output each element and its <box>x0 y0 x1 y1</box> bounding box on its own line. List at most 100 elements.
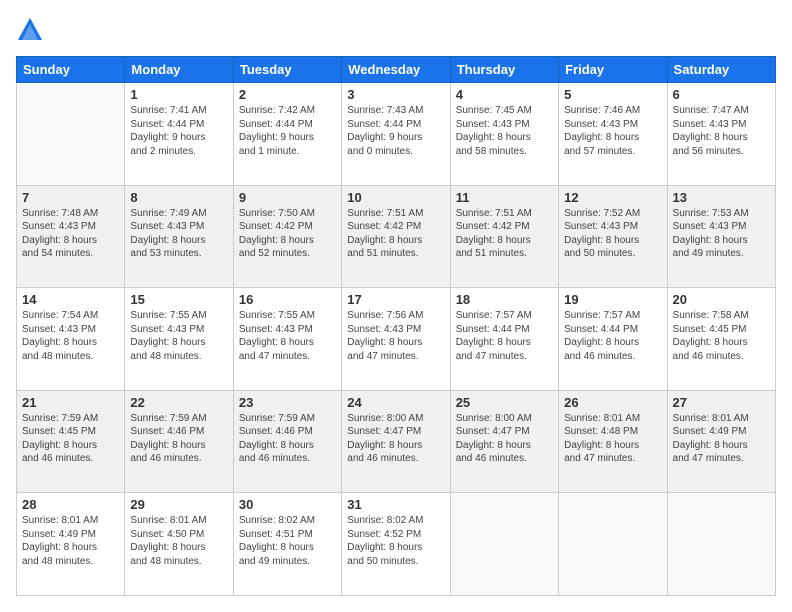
day-number: 17 <box>347 292 444 307</box>
calendar-cell: 5 Sunrise: 7:46 AMSunset: 4:43 PMDaylight… <box>559 83 667 186</box>
day-info: Sunrise: 8:01 AMSunset: 4:49 PMDaylight:… <box>673 412 770 466</box>
calendar-cell: 13Sunrise: 7:53 AMSunset: 4:43 PMDayligh… <box>667 185 775 288</box>
day-info: Sunrise: 8:02 AMSunset: 4:51 PMDaylight:… <box>239 514 336 568</box>
calendar-week-row: 21 Sunrise: 7:59 AMSunset: 4:45 PMDayligh… <box>17 390 776 493</box>
weekday-header-thursday: Thursday <box>450 57 558 83</box>
calendar-week-row: 1 Sunrise: 7:41 AMSunset: 4:44 PMDaylight… <box>17 83 776 186</box>
day-info: Sunrise: 8:02 AMSunset: 4:52 PMDaylight:… <box>347 514 444 568</box>
day-info: Sunrise: 7:59 AMSunset: 4:45 PMDaylight:… <box>22 412 119 466</box>
day-number: 26 <box>564 395 661 410</box>
calendar-week-row: 14 Sunrise: 7:54 AMSunset: 4:43 PMDayligh… <box>17 288 776 391</box>
day-number: 1 <box>130 87 227 102</box>
calendar-cell: 20 Sunrise: 7:58 AMSunset: 4:45 PMDayligh… <box>667 288 775 391</box>
day-info: Sunrise: 8:01 AMSunset: 4:49 PMDaylight:… <box>22 514 119 568</box>
day-number: 15 <box>130 292 227 307</box>
weekday-header-wednesday: Wednesday <box>342 57 450 83</box>
day-number: 3 <box>347 87 444 102</box>
calendar-cell: 10Sunrise: 7:51 AMSunset: 4:42 PMDayligh… <box>342 185 450 288</box>
day-number: 5 <box>564 87 661 102</box>
calendar-cell: 11 Sunrise: 7:51 AMSunset: 4:42 PMDayligh… <box>450 185 558 288</box>
calendar-cell: 9 Sunrise: 7:50 AMSunset: 4:42 PMDaylight… <box>233 185 341 288</box>
calendar-cell: 16Sunrise: 7:55 AMSunset: 4:43 PMDayligh… <box>233 288 341 391</box>
day-info: Sunrise: 7:56 AMSunset: 4:43 PMDaylight:… <box>347 309 444 363</box>
day-info: Sunrise: 7:57 AMSunset: 4:44 PMDaylight:… <box>564 309 661 363</box>
day-info: Sunrise: 8:01 AMSunset: 4:48 PMDaylight:… <box>564 412 661 466</box>
day-number: 25 <box>456 395 553 410</box>
calendar-cell: 3Sunrise: 7:43 AMSunset: 4:44 PMDaylight… <box>342 83 450 186</box>
day-info: Sunrise: 7:52 AMSunset: 4:43 PMDaylight:… <box>564 207 661 261</box>
weekday-header-saturday: Saturday <box>667 57 775 83</box>
day-number: 31 <box>347 497 444 512</box>
day-info: Sunrise: 7:58 AMSunset: 4:45 PMDaylight:… <box>673 309 770 363</box>
day-number: 27 <box>673 395 770 410</box>
calendar-cell: 12 Sunrise: 7:52 AMSunset: 4:43 PMDayligh… <box>559 185 667 288</box>
day-info: Sunrise: 8:00 AMSunset: 4:47 PMDaylight:… <box>347 412 444 466</box>
day-info: Sunrise: 7:48 AMSunset: 4:43 PMDaylight:… <box>22 207 119 261</box>
day-number: 30 <box>239 497 336 512</box>
calendar-table: SundayMondayTuesdayWednesdayThursdayFrid… <box>16 56 776 596</box>
calendar-cell: 6Sunrise: 7:47 AMSunset: 4:43 PMDaylight… <box>667 83 775 186</box>
calendar-cell: 24Sunrise: 8:00 AMSunset: 4:47 PMDayligh… <box>342 390 450 493</box>
day-info: Sunrise: 7:41 AMSunset: 4:44 PMDaylight:… <box>130 104 227 158</box>
calendar-cell: 27 Sunrise: 8:01 AMSunset: 4:49 PMDayligh… <box>667 390 775 493</box>
day-info: Sunrise: 8:00 AMSunset: 4:47 PMDaylight:… <box>456 412 553 466</box>
day-number: 23 <box>239 395 336 410</box>
day-number: 7 <box>22 190 119 205</box>
day-info: Sunrise: 8:01 AMSunset: 4:50 PMDaylight:… <box>130 514 227 568</box>
calendar-cell <box>17 83 125 186</box>
calendar-cell <box>450 493 558 596</box>
day-info: Sunrise: 7:51 AMSunset: 4:42 PMDaylight:… <box>456 207 553 261</box>
weekday-header-row: SundayMondayTuesdayWednesdayThursdayFrid… <box>17 57 776 83</box>
day-number: 19 <box>564 292 661 307</box>
calendar-cell: 28Sunrise: 8:01 AMSunset: 4:49 PMDayligh… <box>17 493 125 596</box>
day-number: 21 <box>22 395 119 410</box>
calendar-cell: 29 Sunrise: 8:01 AMSunset: 4:50 PMDayligh… <box>125 493 233 596</box>
day-info: Sunrise: 7:42 AMSunset: 4:44 PMDaylight:… <box>239 104 336 158</box>
day-info: Sunrise: 7:55 AMSunset: 4:43 PMDaylight:… <box>239 309 336 363</box>
calendar-cell: 23 Sunrise: 7:59 AMSunset: 4:46 PMDayligh… <box>233 390 341 493</box>
weekday-header-tuesday: Tuesday <box>233 57 341 83</box>
day-number: 20 <box>673 292 770 307</box>
day-number: 9 <box>239 190 336 205</box>
calendar-cell: 8Sunrise: 7:49 AMSunset: 4:43 PMDaylight… <box>125 185 233 288</box>
calendar-cell: 7 Sunrise: 7:48 AMSunset: 4:43 PMDaylight… <box>17 185 125 288</box>
calendar-cell <box>559 493 667 596</box>
day-info: Sunrise: 7:51 AMSunset: 4:42 PMDaylight:… <box>347 207 444 261</box>
day-info: Sunrise: 7:46 AMSunset: 4:43 PMDaylight:… <box>564 104 661 158</box>
day-number: 13 <box>673 190 770 205</box>
day-info: Sunrise: 7:45 AMSunset: 4:43 PMDaylight:… <box>456 104 553 158</box>
calendar-week-row: 7 Sunrise: 7:48 AMSunset: 4:43 PMDaylight… <box>17 185 776 288</box>
logo-icon <box>16 16 44 44</box>
day-info: Sunrise: 7:50 AMSunset: 4:42 PMDaylight:… <box>239 207 336 261</box>
day-number: 2 <box>239 87 336 102</box>
calendar-cell: 21 Sunrise: 7:59 AMSunset: 4:45 PMDayligh… <box>17 390 125 493</box>
calendar-cell: 25 Sunrise: 8:00 AMSunset: 4:47 PMDayligh… <box>450 390 558 493</box>
day-number: 4 <box>456 87 553 102</box>
calendar-cell: 15 Sunrise: 7:55 AMSunset: 4:43 PMDayligh… <box>125 288 233 391</box>
day-info: Sunrise: 7:49 AMSunset: 4:43 PMDaylight:… <box>130 207 227 261</box>
day-number: 14 <box>22 292 119 307</box>
day-info: Sunrise: 7:47 AMSunset: 4:43 PMDaylight:… <box>673 104 770 158</box>
day-number: 11 <box>456 190 553 205</box>
calendar-cell: 1 Sunrise: 7:41 AMSunset: 4:44 PMDaylight… <box>125 83 233 186</box>
calendar-cell <box>667 493 775 596</box>
header <box>16 16 776 44</box>
weekday-header-friday: Friday <box>559 57 667 83</box>
day-number: 22 <box>130 395 227 410</box>
day-number: 12 <box>564 190 661 205</box>
weekday-header-sunday: Sunday <box>17 57 125 83</box>
calendar-cell: 26 Sunrise: 8:01 AMSunset: 4:48 PMDayligh… <box>559 390 667 493</box>
calendar-cell: 31 Sunrise: 8:02 AMSunset: 4:52 PMDayligh… <box>342 493 450 596</box>
day-info: Sunrise: 7:54 AMSunset: 4:43 PMDaylight:… <box>22 309 119 363</box>
calendar-cell: 18Sunrise: 7:57 AMSunset: 4:44 PMDayligh… <box>450 288 558 391</box>
day-number: 29 <box>130 497 227 512</box>
logo <box>16 16 48 44</box>
day-info: Sunrise: 7:55 AMSunset: 4:43 PMDaylight:… <box>130 309 227 363</box>
calendar-cell: 2 Sunrise: 7:42 AMSunset: 4:44 PMDaylight… <box>233 83 341 186</box>
calendar-cell: 4 Sunrise: 7:45 AMSunset: 4:43 PMDaylight… <box>450 83 558 186</box>
page: SundayMondayTuesdayWednesdayThursdayFrid… <box>0 0 792 612</box>
calendar-cell: 17 Sunrise: 7:56 AMSunset: 4:43 PMDayligh… <box>342 288 450 391</box>
calendar-cell: 19 Sunrise: 7:57 AMSunset: 4:44 PMDayligh… <box>559 288 667 391</box>
day-info: Sunrise: 7:57 AMSunset: 4:44 PMDaylight:… <box>456 309 553 363</box>
day-info: Sunrise: 7:59 AMSunset: 4:46 PMDaylight:… <box>239 412 336 466</box>
